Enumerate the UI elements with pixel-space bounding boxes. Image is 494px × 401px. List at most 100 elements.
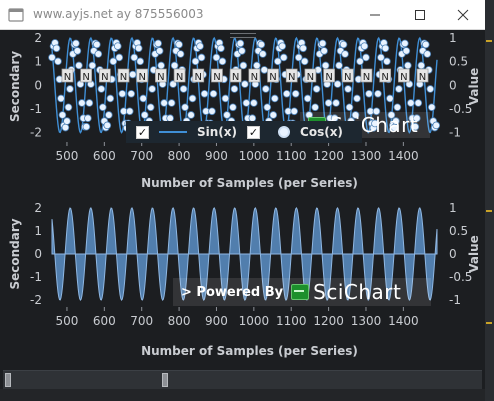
close-button[interactable]	[441, 0, 485, 29]
series-cos-point	[365, 89, 373, 98]
series-cos-point	[106, 94, 115, 103]
charts-surface[interactable]: 500 600 700 800 900 1000 1100 1200 1300 1400-2-10…	[0, 29, 485, 369]
series-cos-point	[118, 89, 127, 98]
right-tick-label: -1	[449, 126, 461, 140]
watermark-powered-by: > Powered By	[181, 284, 284, 300]
minimize-button[interactable]	[353, 0, 397, 29]
annotation-text: N	[213, 72, 220, 83]
x-axis-title: Number of Samples (per Series)	[141, 176, 358, 190]
title-bar[interactable]: www.ayjs.net ay 875556003	[0, 0, 485, 30]
x-tick-label: 1200	[313, 314, 344, 328]
legend-checkbox-cos[interactable]: ✓	[247, 125, 261, 139]
left-axis-title: Secondary	[8, 218, 22, 289]
annotation-text: N	[419, 72, 426, 83]
series-cos-point	[273, 57, 282, 66]
annotation-text: N	[288, 72, 295, 83]
ellipse-marker-icon	[278, 126, 291, 138]
top-chart[interactable]: 500 600 700 800 900 1000 1100 1200 1300 1400-2-10…	[8, 31, 481, 190]
x-tick-label: 800	[168, 314, 191, 328]
series-cos-point	[356, 57, 364, 66]
horizontal-scrollbar[interactable]	[3, 370, 482, 389]
annotation-label: N	[398, 68, 410, 83]
app-window: www.ayjs.net ay 875556003 500 600 700 800 90…	[0, 0, 485, 401]
series-cos-point	[78, 99, 86, 107]
series-cos-point	[377, 53, 385, 62]
series-cos-point	[299, 44, 307, 53]
series-cos-point	[318, 39, 327, 48]
annotation-label: N	[379, 68, 392, 83]
maximize-button[interactable]	[398, 0, 442, 29]
scrollbar-left-handle[interactable]	[5, 373, 11, 387]
series-cos-point	[395, 85, 403, 93]
series-cos-point	[125, 107, 134, 116]
series-cos-point	[93, 40, 101, 49]
series-cos-point	[230, 85, 239, 93]
series-cos-point	[136, 57, 145, 66]
annotation-text: N	[363, 72, 370, 83]
series-cos-point	[259, 50, 267, 58]
series-cos-point	[381, 44, 390, 53]
annotation-label: N	[173, 68, 186, 83]
annotation-label: N	[285, 68, 298, 83]
series-cos-point	[383, 57, 391, 66]
legend-label-cos: Cos(x)	[300, 125, 343, 139]
annotation-label: N	[341, 68, 354, 83]
series-cos-point	[269, 111, 278, 119]
series-cos-point	[386, 94, 394, 103]
scrollbar-right-handle[interactable]	[162, 373, 168, 387]
series-cos-point	[146, 103, 155, 112]
series-cos-point	[115, 53, 124, 62]
series-cos-point	[294, 53, 303, 62]
background-editor-strip	[485, 0, 494, 401]
series-cos-point	[61, 123, 70, 132]
series-cos-point	[321, 61, 330, 70]
legend[interactable]: ✓ Sin(x) ✓ Cos(x)	[126, 121, 362, 143]
left-axis-title: Secondary	[8, 51, 22, 122]
x-tick-label: 1100	[276, 149, 307, 163]
annotation-label: N	[323, 68, 335, 83]
series-cos-point	[341, 50, 349, 58]
series-cos-point	[66, 85, 74, 93]
right-tick-label: 1	[449, 31, 457, 45]
series-cos-point	[312, 85, 321, 93]
annotation-text: N	[251, 72, 258, 83]
series-cos-point	[333, 80, 342, 88]
series-cos-point	[239, 61, 248, 70]
series-cos-point	[300, 57, 309, 66]
series-cos-point	[223, 111, 231, 119]
series-cos-point	[320, 47, 328, 55]
right-tick-label: -1	[449, 293, 461, 307]
annotation-label: N	[155, 68, 167, 83]
x-tick-label: 500	[55, 314, 78, 328]
series-cos-point	[109, 57, 118, 66]
series-cos-point	[250, 99, 258, 107]
series-cos-point	[253, 61, 261, 70]
series-cos-point	[134, 44, 143, 53]
left-tick-label: 0	[34, 78, 42, 92]
x-tick-label: 800	[168, 149, 191, 163]
annotation-text: N	[400, 72, 407, 83]
annotation-label: N	[360, 68, 373, 83]
annotation-text: N	[232, 72, 239, 83]
series-cos-point	[311, 103, 319, 112]
right-axis-title: Value	[467, 235, 481, 273]
series-cos-point	[200, 89, 209, 98]
window-title: www.ayjs.net ay 875556003	[33, 7, 204, 21]
legend-checkbox-sin[interactable]: ✓	[136, 125, 149, 139]
series-cos-point	[417, 61, 426, 70]
series-cos-point	[279, 53, 288, 62]
series-cos-point	[208, 107, 216, 116]
x-axis-title: Number of Samples (per Series)	[141, 344, 358, 358]
annotation-text: N	[325, 72, 332, 83]
annotation-text: N	[195, 72, 202, 83]
annotation-label: N	[211, 68, 223, 83]
right-tick-label: 0	[449, 78, 457, 92]
annotation-text: N	[344, 72, 351, 83]
series-cos-point	[105, 111, 113, 119]
left-tick-label: -1	[30, 102, 42, 116]
annotation-text: N	[176, 72, 183, 83]
series-cos-point	[167, 99, 176, 107]
series-cos-point	[175, 40, 183, 49]
grip-icon[interactable]	[230, 33, 256, 38]
x-tick-label: 700	[130, 149, 153, 163]
